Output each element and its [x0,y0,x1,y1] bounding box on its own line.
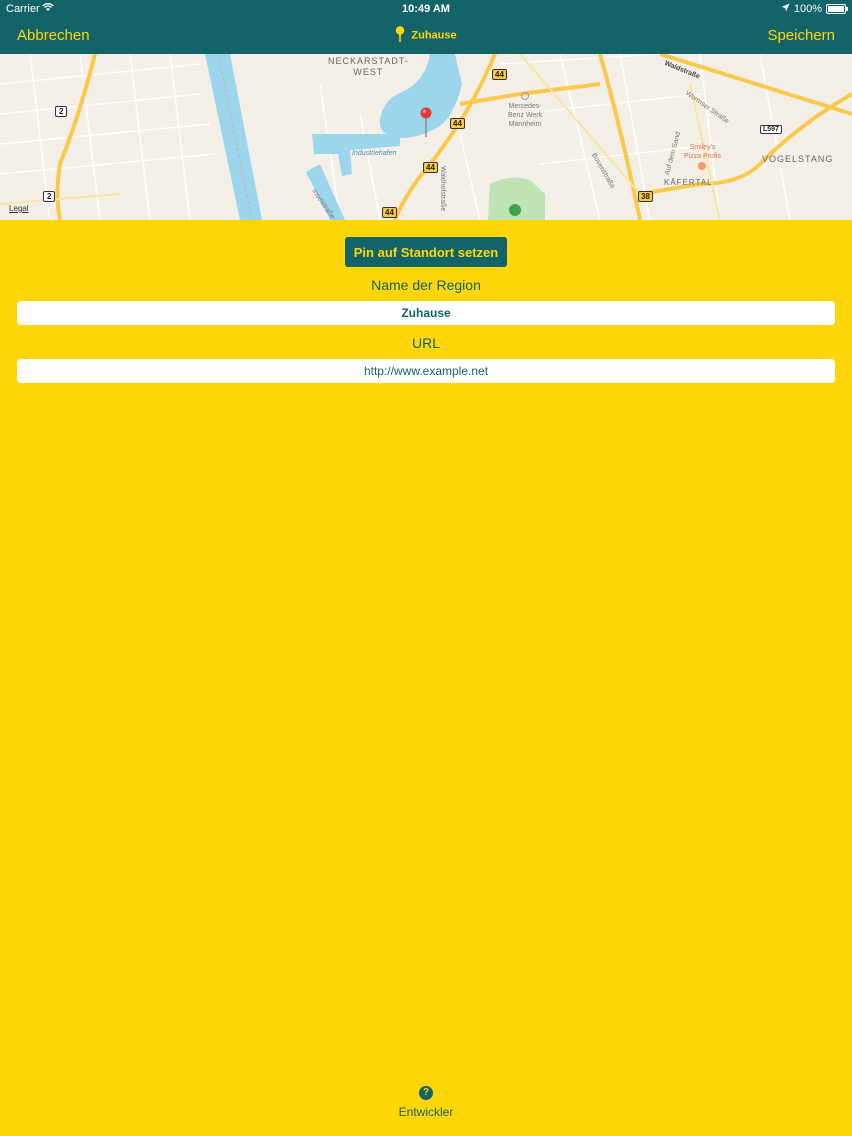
location-arrow-icon [781,3,790,15]
place-label: NECKARSTADT- WEST [328,56,409,78]
legal-link[interactable]: Legal [9,204,29,213]
clock-label: 10:49 AM [402,3,450,15]
route-badge: L597 [760,118,782,136]
route-badge: 2 [43,186,56,204]
route-badge: 44 [423,157,438,175]
route-badge-label: 2 [55,106,68,117]
route-badge: 44 [450,113,465,131]
route-badge: 38 [638,186,653,204]
route-badge-label: L597 [760,125,782,134]
url-input[interactable]: http://www.example.net [17,359,835,383]
navigation-bar: Abbrechen Zuhause Speichern [0,18,852,54]
place-label-line: Mercedes- [508,103,542,110]
map-view[interactable]: NECKARSTADT- WEST Mercedes- Benz Werk Ma… [0,54,852,220]
place-label-line: Mannheim [508,121,542,128]
poi-label: Smiley's Pizza Profis [684,143,721,170]
status-right: 100% [781,3,848,15]
battery-percent: 100% [793,3,822,15]
water-label: Industriehafen [352,150,397,157]
route-badge-label: 38 [638,191,653,202]
map-pin-icon [395,26,405,45]
region-name-label: Name der Region [371,277,481,293]
place-label-line: WEST [353,67,384,77]
route-badge: 44 [492,64,507,82]
help-icon[interactable]: ? [419,1086,433,1100]
map-graphic [0,54,852,220]
status-bar: Carrier 10:49 AM 100% [0,0,852,18]
set-pin-button[interactable]: Pin auf Standort setzen [345,237,507,267]
restaurant-icon [698,162,707,170]
route-badge-label: 44 [450,118,465,129]
park-icon [509,204,521,216]
place-label: VOGELSTANG [762,154,834,164]
place-label-line: Benz Werk [508,112,543,119]
place-label: Mercedes- Benz Werk Mannheim [508,92,542,129]
place-label: KÄFERTAL [664,178,713,187]
save-button[interactable]: Speichern [767,27,835,44]
developer-label[interactable]: Entwickler [0,1105,852,1119]
place-label-line: NECKARSTADT- [328,56,409,66]
url-label: URL [411,335,440,351]
nav-title-label: Zuhause [411,29,457,42]
poi-label-line: Pizza Profis [684,153,721,160]
nav-title: Zuhause [0,26,852,45]
route-badge-label: 44 [492,69,507,80]
route-badge: 44 [382,202,397,220]
region-name-input[interactable]: Zuhause [17,301,835,325]
street-label: Waldhofstraße [439,166,446,212]
poi-label-line: Smiley's [689,144,716,151]
dropped-pin-icon[interactable] [419,107,433,137]
route-badge-label: 2 [43,191,56,202]
route-badge-label: 44 [423,162,438,173]
battery-icon [826,4,848,14]
route-badge-label: 44 [382,207,397,218]
route-badge: 2 [55,101,68,119]
place-marker-icon [521,92,530,100]
developer-link[interactable]: ? Entwickler [0,1086,852,1119]
